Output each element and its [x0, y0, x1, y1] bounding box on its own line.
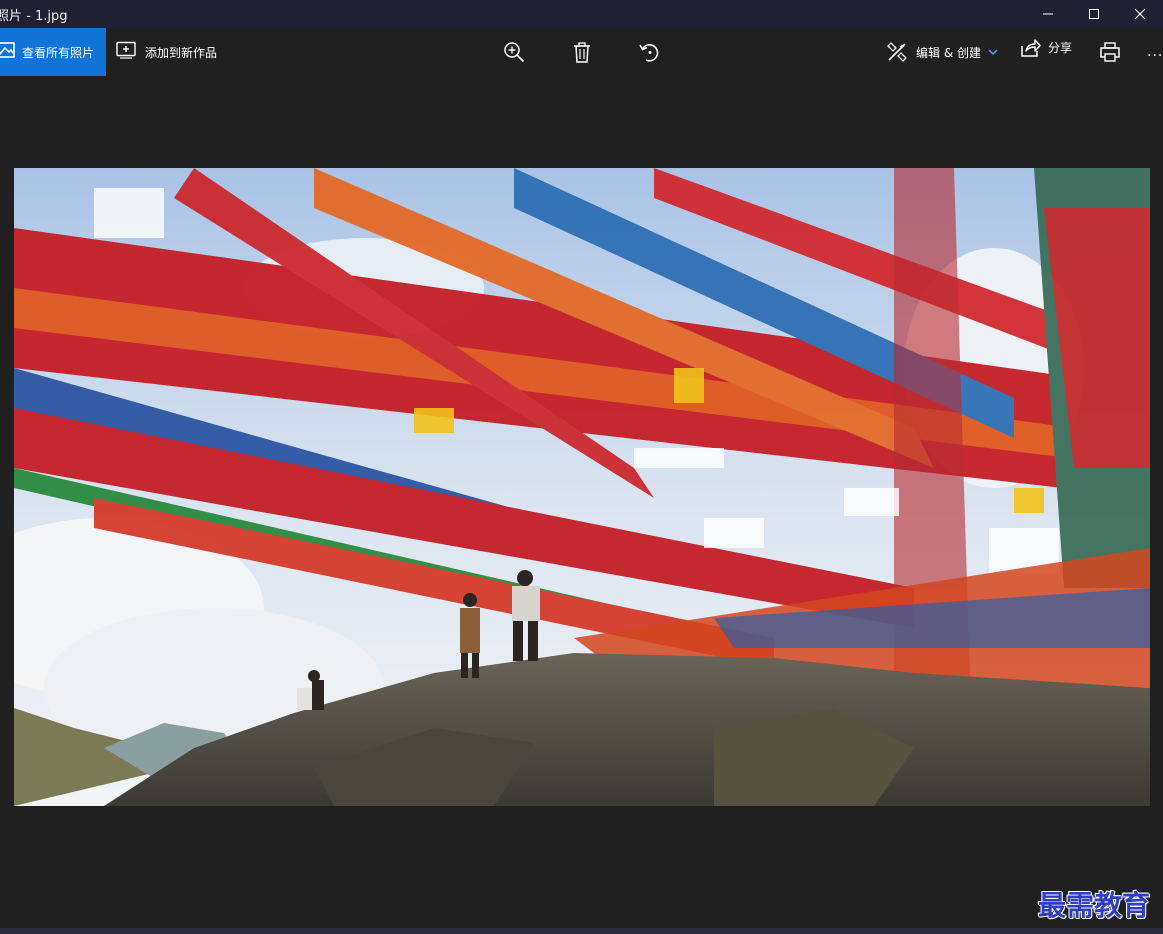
share-icon: [1021, 38, 1041, 57]
rotate-button[interactable]: [637, 28, 663, 76]
add-to-new-creation-button[interactable]: 添加到新作品: [116, 28, 217, 76]
add-to-creation-label: 添加到新作品: [145, 45, 218, 60]
maximize-button[interactable]: [1071, 0, 1117, 28]
share-button[interactable]: 分享: [1020, 23, 1072, 71]
more-options-label: ...: [1147, 44, 1163, 60]
view-all-photos-label: 查看所有照片: [22, 45, 95, 60]
share-label: 分享: [1048, 40, 1073, 55]
prayer-flags-photo: [14, 168, 1150, 806]
delete-button[interactable]: [569, 28, 595, 76]
close-icon: [1134, 8, 1146, 20]
more-options-button[interactable]: ...: [1147, 28, 1163, 76]
zoom-button[interactable]: [501, 28, 527, 76]
rotate-icon: [639, 44, 659, 62]
edit-and-create-button[interactable]: 编辑 & 创建: [886, 28, 998, 76]
edit-create-label: 编辑 & 创建: [916, 45, 981, 60]
zoom-in-icon: [504, 42, 525, 63]
photo-viewer-image[interactable]: [14, 168, 1150, 806]
title-bar: 照片 - 1.jpg: [0, 0, 1163, 28]
toolbar: 查看所有照片 添加到新作品 编辑 & 创建 分享 ...: [0, 28, 1163, 76]
print-button[interactable]: [1098, 28, 1122, 76]
minimize-icon: [1043, 13, 1053, 15]
printer-icon: [1100, 42, 1120, 62]
view-all-photos-button[interactable]: 查看所有照片: [0, 28, 106, 76]
taskbar-edge: [0, 928, 1163, 934]
add-to-creation-icon: [116, 41, 137, 63]
photo-gallery-icon: [0, 40, 16, 64]
edit-create-icon: [887, 42, 907, 62]
window-title: 照片 - 1.jpg: [0, 8, 68, 24]
close-button[interactable]: [1117, 0, 1163, 28]
trash-icon: [574, 41, 590, 63]
watermark-text: 最需教育: [1038, 889, 1151, 922]
maximize-icon: [1089, 9, 1099, 19]
chevron-down-icon: [988, 48, 998, 55]
